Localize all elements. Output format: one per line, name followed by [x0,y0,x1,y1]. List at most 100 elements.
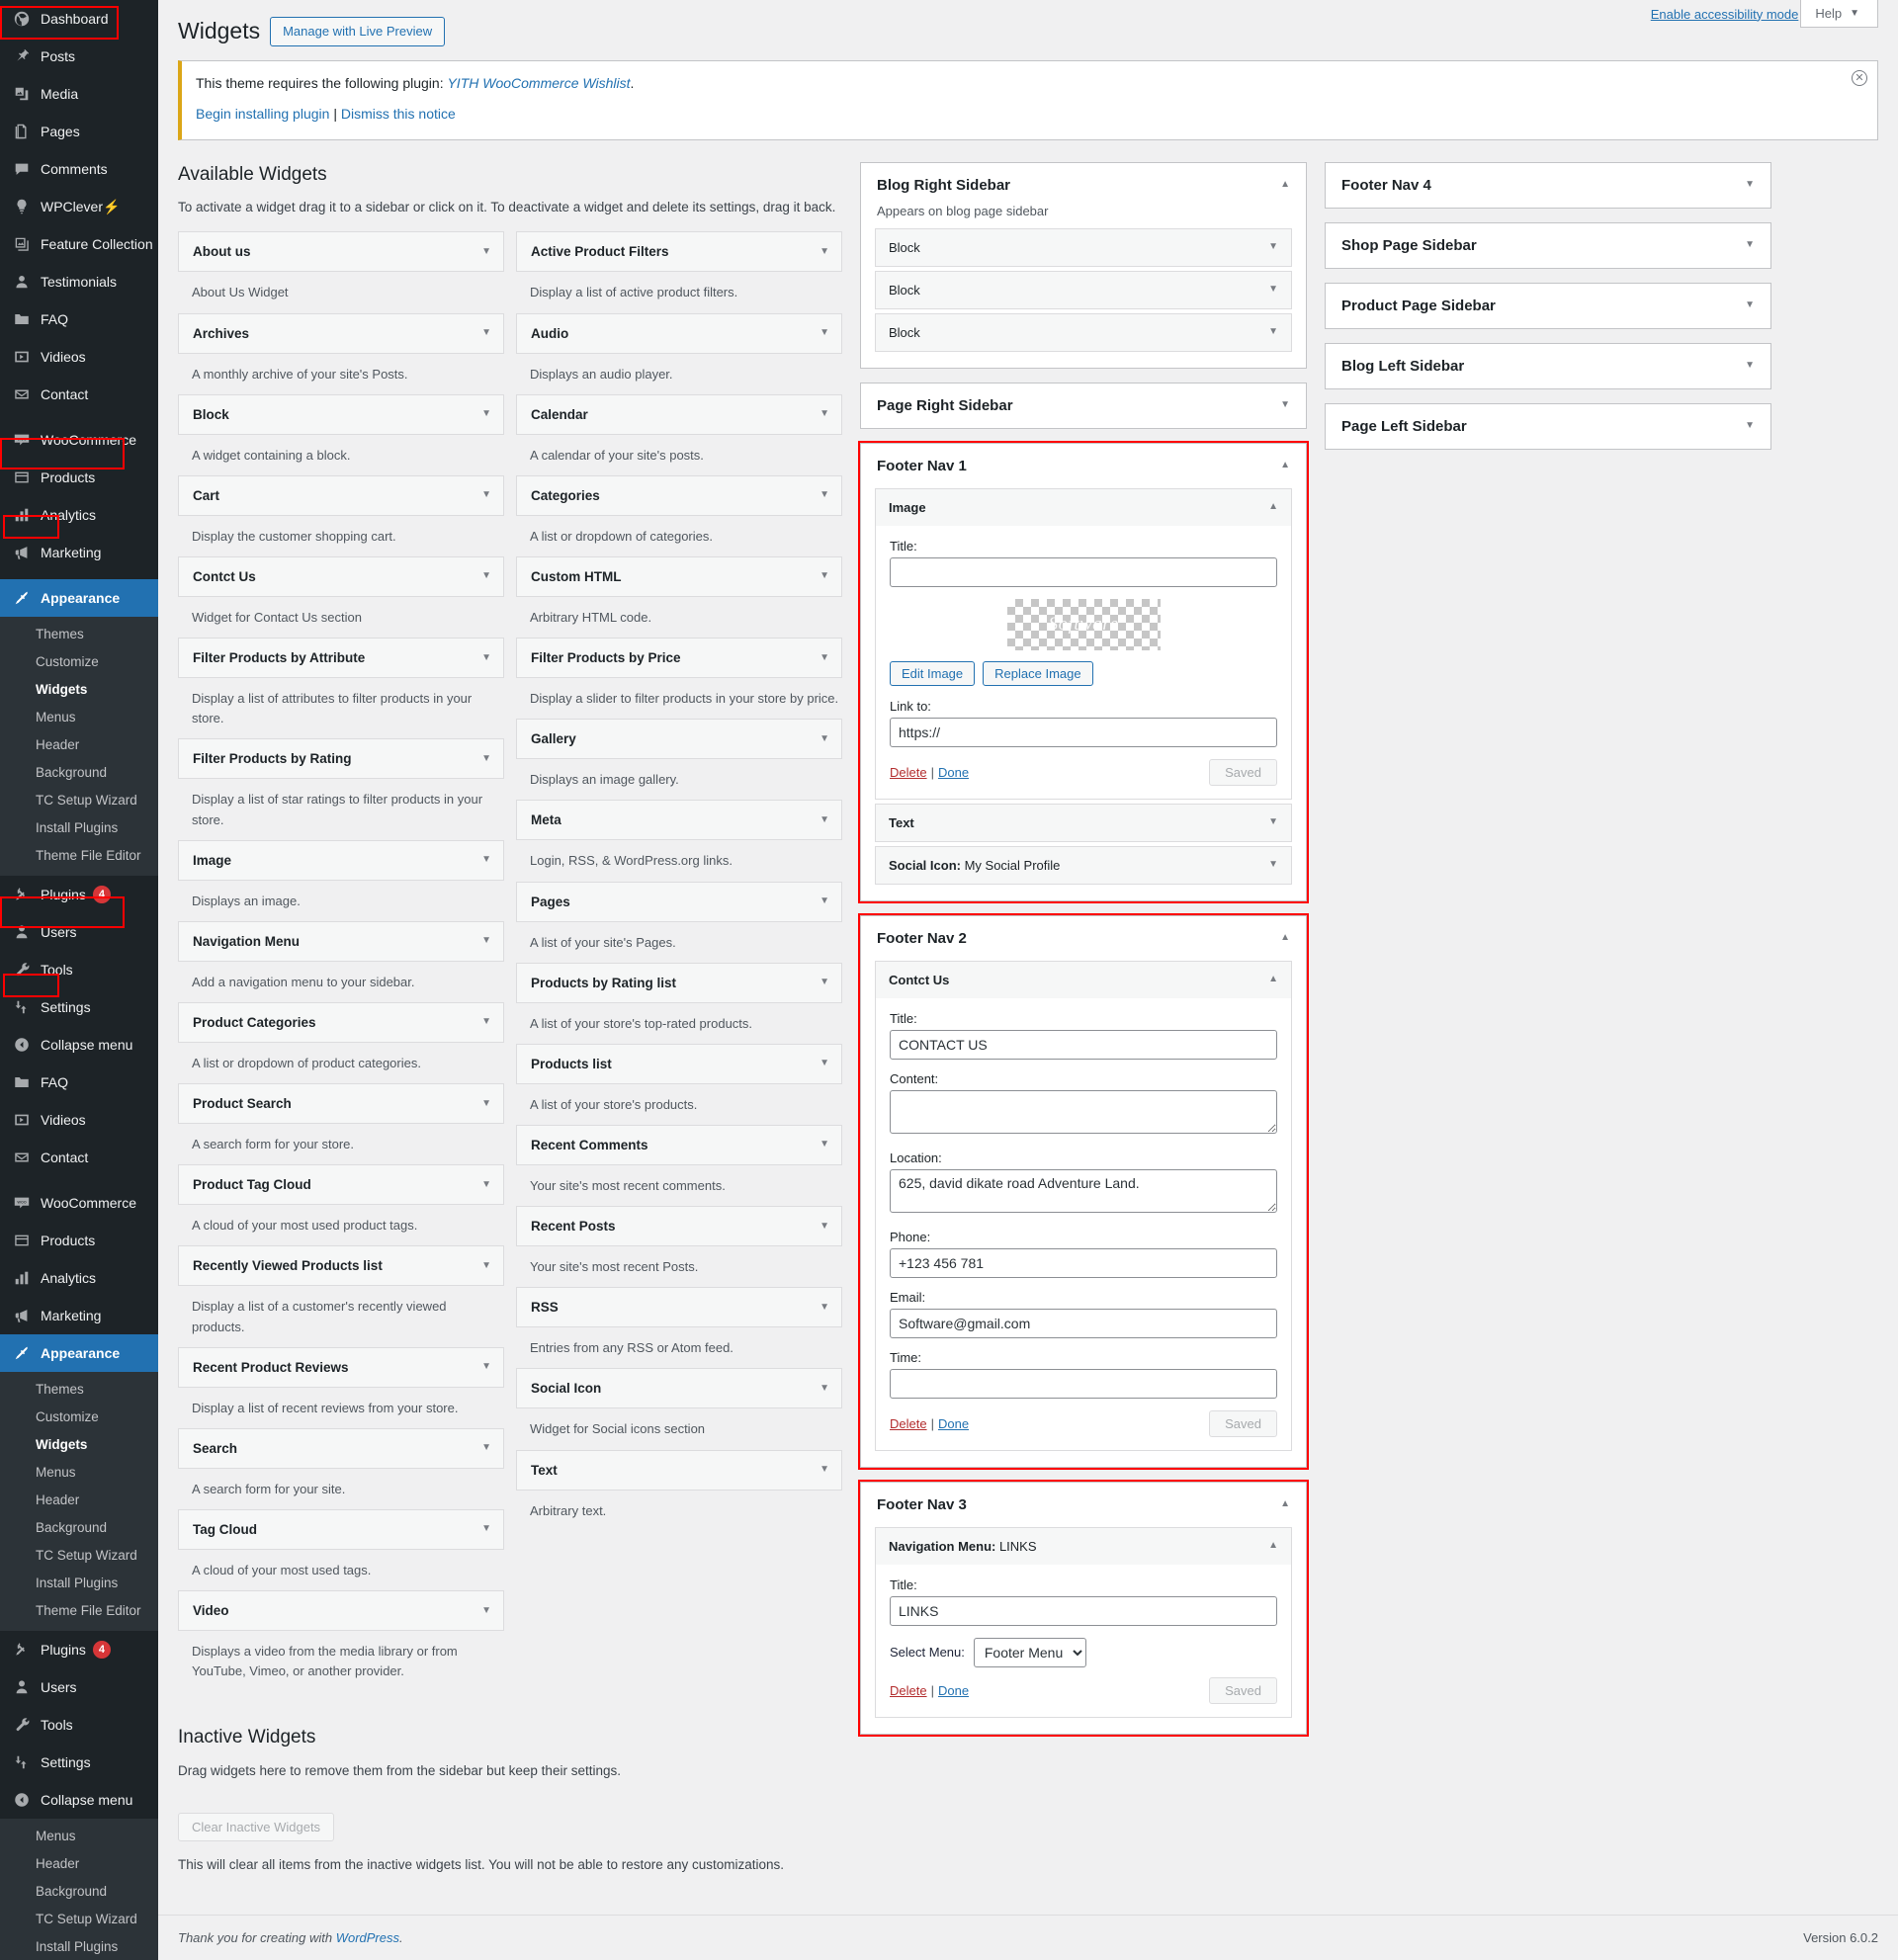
submenu-item-install-plugins[interactable]: Install Plugins [0,1933,158,1960]
chevron-down-icon[interactable]: ▼ [481,652,491,663]
sidebar-item-tools[interactable]: Tools [0,1706,158,1744]
sidebar-item-woocommerce[interactable]: woo WooCommerce [0,421,158,459]
submenu-item-themes[interactable]: Themes [0,621,158,648]
chevron-down-icon[interactable]: ▼ [481,855,491,865]
submenu-item-tc-setup-wizard[interactable]: TC Setup Wizard [0,1542,158,1570]
sidebar-item-dashboard[interactable]: Dashboard [0,0,158,38]
chevron-down-icon[interactable]: ▼ [820,1140,829,1150]
contact-title-input[interactable] [890,1029,1277,1060]
available-widget-video[interactable]: Video ▼ [178,1590,504,1632]
sidebar-item-analytics[interactable]: Analytics [0,1259,158,1297]
sidebar-item-marketing[interactable]: Marketing [0,1297,158,1334]
chevron-down-icon[interactable]: ▼ [1268,860,1278,870]
available-widget-rss[interactable]: RSS ▼ [516,1287,842,1328]
sidebar-item-faq[interactable]: FAQ [0,300,158,338]
begin-installing-plugin-link[interactable]: Begin installing plugin [196,106,329,122]
available-widget-header[interactable]: Product Tag Cloud ▼ [179,1165,503,1204]
widget-navigation-menu-header[interactable]: Navigation Menu: LINKS ▲ [876,1527,1291,1565]
chevron-up-icon[interactable]: ▲ [1268,1541,1278,1551]
available-widget-header[interactable]: Product Search ▼ [179,1084,503,1123]
available-widget-header[interactable]: Gallery ▼ [517,720,841,758]
available-widget-header[interactable]: Search ▼ [179,1429,503,1468]
available-widget-header[interactable]: About us ▼ [179,232,503,271]
available-widget-header[interactable]: Products by Rating list ▼ [517,964,841,1002]
chevron-down-icon[interactable]: ▼ [820,1302,829,1313]
available-widget-header[interactable]: Navigation Menu ▼ [179,922,503,961]
available-widget-about-us[interactable]: About us ▼ [178,231,504,273]
submenu-item-widgets[interactable]: Widgets [0,676,158,704]
edit-image-button[interactable]: Edit Image [890,660,976,686]
sidebar-item-pages[interactable]: Pages [0,113,158,150]
chevron-down-icon[interactable]: ▼ [481,1362,491,1372]
available-widget-header[interactable]: Recent Posts ▼ [517,1207,841,1245]
chevron-down-icon[interactable]: ▼ [481,328,491,338]
sidebar-item-appearance[interactable]: Appearance [0,1334,158,1372]
sidebar-item-testimonials[interactable]: Testimonials [0,263,158,300]
delete-link[interactable]: Delete [890,765,927,780]
widget-text-header[interactable]: Text ▼ [876,804,1291,841]
available-widget-products-list[interactable]: Products list ▼ [516,1043,842,1084]
sidebar-item-settings[interactable]: Settings [0,988,158,1026]
submenu-item-header[interactable]: Header [0,1487,158,1514]
submenu-item-menus[interactable]: Menus [0,704,158,731]
chevron-down-icon[interactable]: ▼ [1268,285,1278,295]
chevron-down-icon[interactable]: ▼ [820,571,829,581]
dismiss-notice-link[interactable]: Dismiss this notice [341,106,456,122]
clear-inactive-widgets-button[interactable]: Clear Inactive Widgets [178,1813,335,1842]
sidebar-item-settings[interactable]: Settings [0,1744,158,1781]
submenu-item-menus[interactable]: Menus [0,1459,158,1487]
enable-accessibility-mode-link[interactable]: Enable accessibility mode [1651,7,1799,22]
sidebar-item-products[interactable]: Products [0,1222,158,1259]
available-widget-header[interactable]: Recently Viewed Products list ▼ [179,1246,503,1285]
available-widget-header[interactable]: Pages ▼ [517,883,841,921]
sidebar-product-page-sidebar-header[interactable]: Product Page Sidebar ▼ [1326,284,1770,328]
available-widget-header[interactable]: Active Product Filters ▼ [517,232,841,271]
contact-time-input[interactable] [890,1368,1277,1399]
available-widget-image[interactable]: Image ▼ [178,839,504,881]
submenu-item-customize[interactable]: Customize [0,1404,158,1431]
submenu-item-background[interactable]: Background [0,1514,158,1542]
chevron-down-icon[interactable]: ▼ [481,246,491,257]
available-widget-gallery[interactable]: Gallery ▼ [516,719,842,760]
available-widget-product-tag-cloud[interactable]: Product Tag Cloud ▼ [178,1164,504,1206]
available-widget-header[interactable]: Categories ▼ [517,476,841,515]
done-link[interactable]: Done [938,765,969,780]
sidebar-item-marketing[interactable]: Marketing [0,534,158,571]
sidebar-footer-nav-3-header[interactable]: Footer Nav 3 ▲ [861,1483,1306,1527]
chevron-down-icon[interactable]: ▼ [820,978,829,987]
chevron-down-icon[interactable]: ▼ [481,571,491,581]
available-widget-header[interactable]: Image ▼ [179,841,503,880]
contact-phone-input[interactable] [890,1247,1277,1278]
chevron-down-icon[interactable]: ▼ [481,1098,491,1109]
available-widget-audio[interactable]: Audio ▼ [516,312,842,354]
chevron-down-icon[interactable]: ▼ [820,652,829,663]
available-widget-calendar[interactable]: Calendar ▼ [516,393,842,435]
available-widget-text[interactable]: Text ▼ [516,1449,842,1491]
sidebar-item-vidieos[interactable]: Vidieos [0,1101,158,1139]
chevron-down-icon[interactable]: ▼ [1268,327,1278,337]
nav-title-input[interactable] [890,1595,1277,1626]
chevron-down-icon[interactable]: ▼ [481,1179,491,1190]
chevron-up-icon[interactable]: ▲ [1280,933,1290,943]
available-widget-pages[interactable]: Pages ▼ [516,881,842,922]
sidebar-item-products[interactable]: Products [0,459,158,496]
manage-with-live-preview-button[interactable]: Manage with Live Preview [270,17,446,47]
chevron-down-icon[interactable]: ▼ [481,936,491,946]
sidebar-item-woocommerce[interactable]: woo WooCommerce [0,1184,158,1222]
available-widget-header[interactable]: Block ▼ [179,395,503,434]
chevron-down-icon[interactable]: ▼ [481,1017,491,1027]
chevron-down-icon[interactable]: ▼ [481,753,491,764]
available-widget-filter-products-by-price[interactable]: Filter Products by Price ▼ [516,638,842,679]
submenu-item-install-plugins[interactable]: Install Plugins [0,1570,158,1597]
sidebar-item-collapse-menu[interactable]: Collapse menu [0,1026,158,1064]
chevron-down-icon[interactable]: ▼ [820,490,829,500]
available-widget-product-categories[interactable]: Product Categories ▼ [178,1001,504,1043]
available-widget-active-product-filters[interactable]: Active Product Filters ▼ [516,231,842,273]
widget-block-header[interactable]: Block ▼ [876,271,1291,308]
sidebar-item-plugins[interactable]: Plugins 4 [0,1631,158,1668]
chevron-down-icon[interactable]: ▼ [481,1443,491,1453]
available-widget-meta[interactable]: Meta ▼ [516,800,842,841]
available-widget-filter-products-by-rating[interactable]: Filter Products by Rating ▼ [178,738,504,780]
available-widget-header[interactable]: Video ▼ [179,1591,503,1630]
sidebar-page-right-header[interactable]: Page Right Sidebar ▼ [861,383,1306,428]
